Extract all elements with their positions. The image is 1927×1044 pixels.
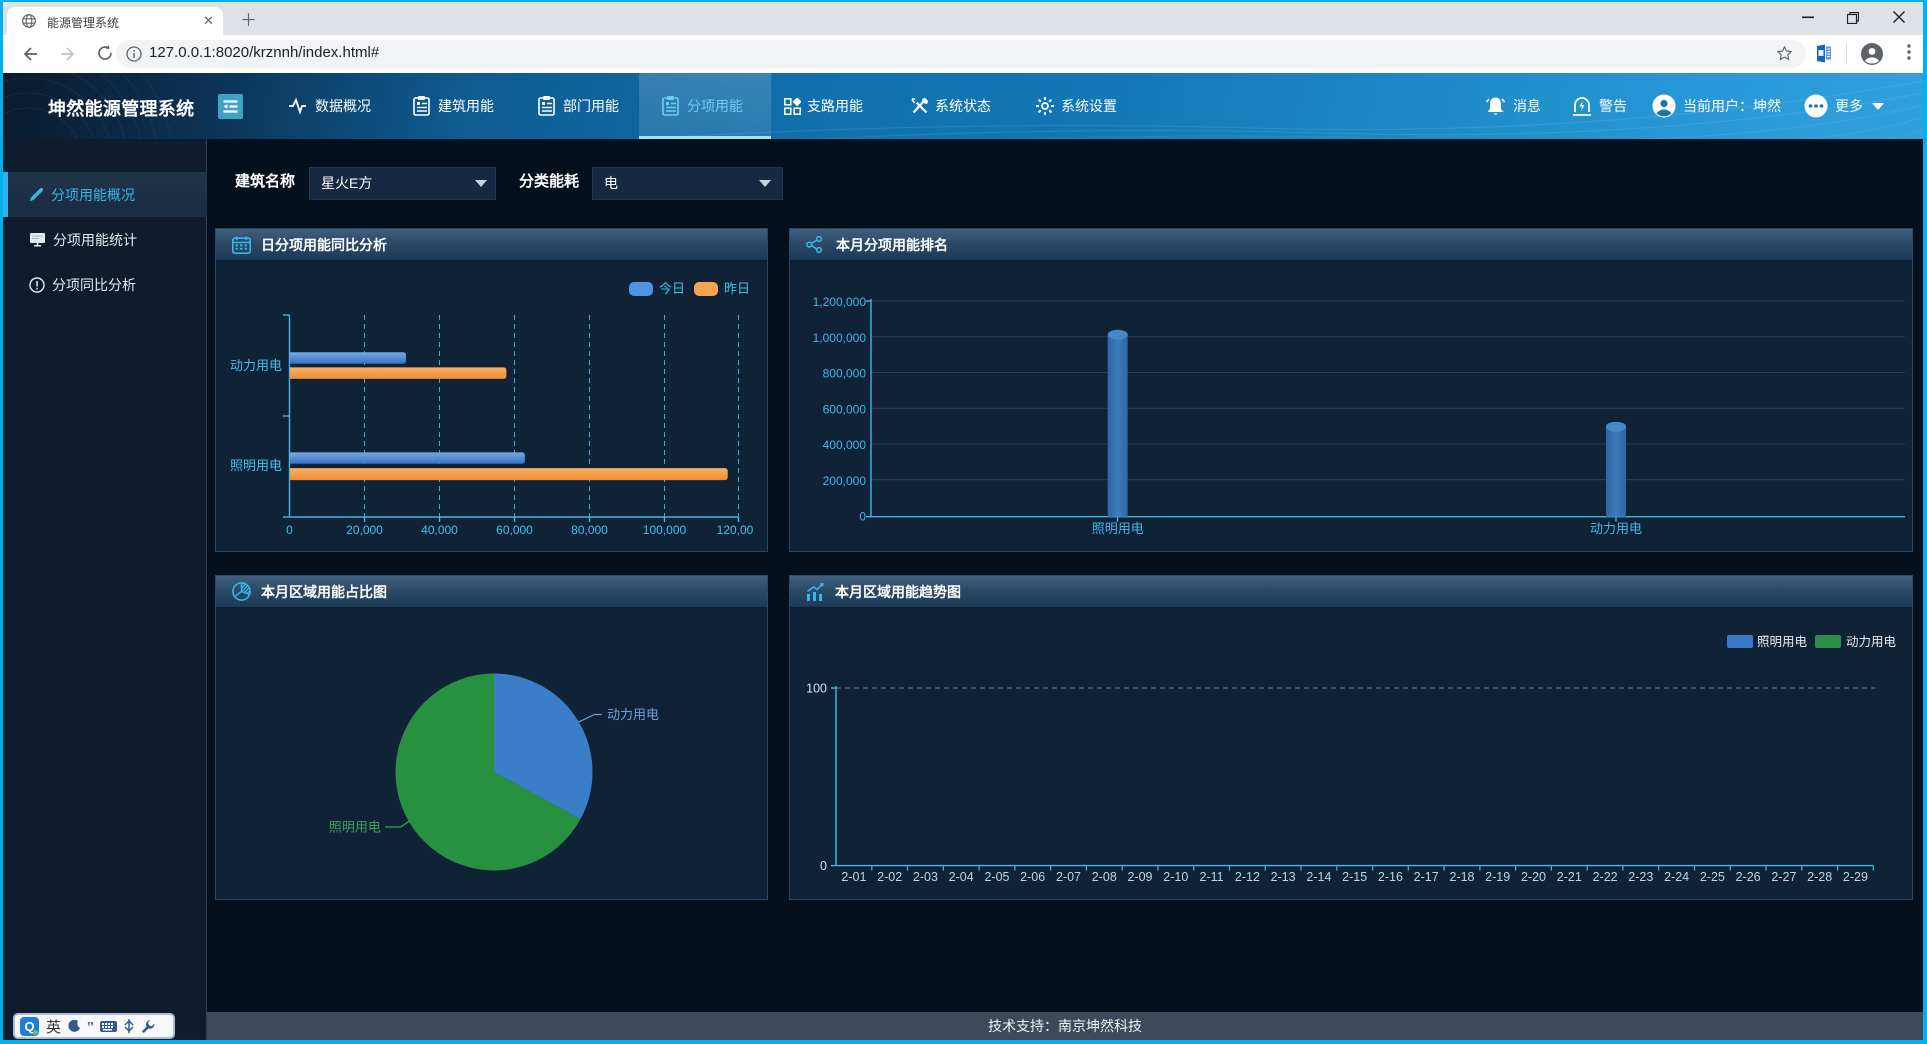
svg-text:照明用电: 照明用电	[1092, 521, 1144, 536]
svg-text:800,000: 800,000	[823, 367, 867, 381]
svg-text:2-23: 2-23	[1628, 870, 1653, 884]
svg-text:2-06: 2-06	[1020, 870, 1045, 884]
svg-text:0: 0	[820, 859, 827, 873]
svg-text:80,000: 80,000	[571, 523, 608, 537]
svg-text:照明用电: 照明用电	[329, 820, 381, 835]
svg-text:2-11: 2-11	[1200, 870, 1224, 884]
svg-text:2-09: 2-09	[1127, 870, 1152, 884]
svg-text:2-28: 2-28	[1807, 870, 1832, 884]
svg-text:2-01: 2-01	[841, 870, 866, 884]
svg-text:昨日: 昨日	[724, 281, 750, 296]
svg-text:2-22: 2-22	[1593, 870, 1618, 884]
svg-text:今日: 今日	[659, 281, 685, 296]
svg-text:2-10: 2-10	[1163, 870, 1188, 884]
svg-text:动力用电: 动力用电	[1846, 635, 1897, 649]
svg-text:400,000: 400,000	[823, 438, 867, 452]
svg-text:照明用电: 照明用电	[230, 458, 282, 473]
svg-text:100,000: 100,000	[643, 523, 687, 537]
svg-text:2-27: 2-27	[1771, 870, 1796, 884]
svg-text:60,000: 60,000	[496, 523, 533, 537]
svg-text:40,000: 40,000	[421, 523, 458, 537]
svg-text:2-17: 2-17	[1414, 870, 1439, 884]
svg-text:2-24: 2-24	[1664, 870, 1689, 884]
svg-text:动力用电: 动力用电	[1590, 521, 1642, 536]
svg-text:2-18: 2-18	[1449, 870, 1474, 884]
svg-text:2-04: 2-04	[949, 870, 974, 884]
svg-text:100: 100	[806, 682, 827, 696]
svg-text:照明用电: 照明用电	[1757, 635, 1808, 649]
svg-text:1,000,000: 1,000,000	[813, 331, 867, 345]
svg-text:0: 0	[859, 510, 866, 524]
svg-text:2-20: 2-20	[1521, 870, 1546, 884]
svg-text:2-21: 2-21	[1557, 870, 1582, 884]
svg-text:200,000: 200,000	[823, 474, 867, 488]
svg-text:2-12: 2-12	[1235, 870, 1260, 884]
svg-text:动力用电: 动力用电	[230, 358, 282, 373]
svg-text:2-15: 2-15	[1342, 870, 1367, 884]
svg-text:2-26: 2-26	[1736, 870, 1761, 884]
svg-text:1,200,000: 1,200,000	[813, 295, 867, 309]
svg-text:20,000: 20,000	[346, 523, 383, 537]
svg-text:2-13: 2-13	[1271, 870, 1296, 884]
svg-text:2-16: 2-16	[1378, 870, 1403, 884]
svg-text:2-25: 2-25	[1700, 870, 1725, 884]
svg-text:2-03: 2-03	[913, 870, 938, 884]
svg-text:0: 0	[286, 523, 293, 537]
svg-text:2-07: 2-07	[1056, 870, 1081, 884]
svg-text:2-08: 2-08	[1092, 870, 1117, 884]
svg-text:120,00: 120,00	[717, 523, 754, 537]
svg-text:2-29: 2-29	[1843, 870, 1868, 884]
svg-text:2-14: 2-14	[1306, 870, 1331, 884]
svg-text:Q: Q	[24, 1019, 34, 1034]
svg-text:2-19: 2-19	[1485, 870, 1510, 884]
svg-text:2-02: 2-02	[877, 870, 902, 884]
svg-text:动力用电: 动力用电	[607, 707, 659, 722]
svg-text:600,000: 600,000	[823, 402, 867, 416]
svg-text:2-05: 2-05	[984, 870, 1009, 884]
